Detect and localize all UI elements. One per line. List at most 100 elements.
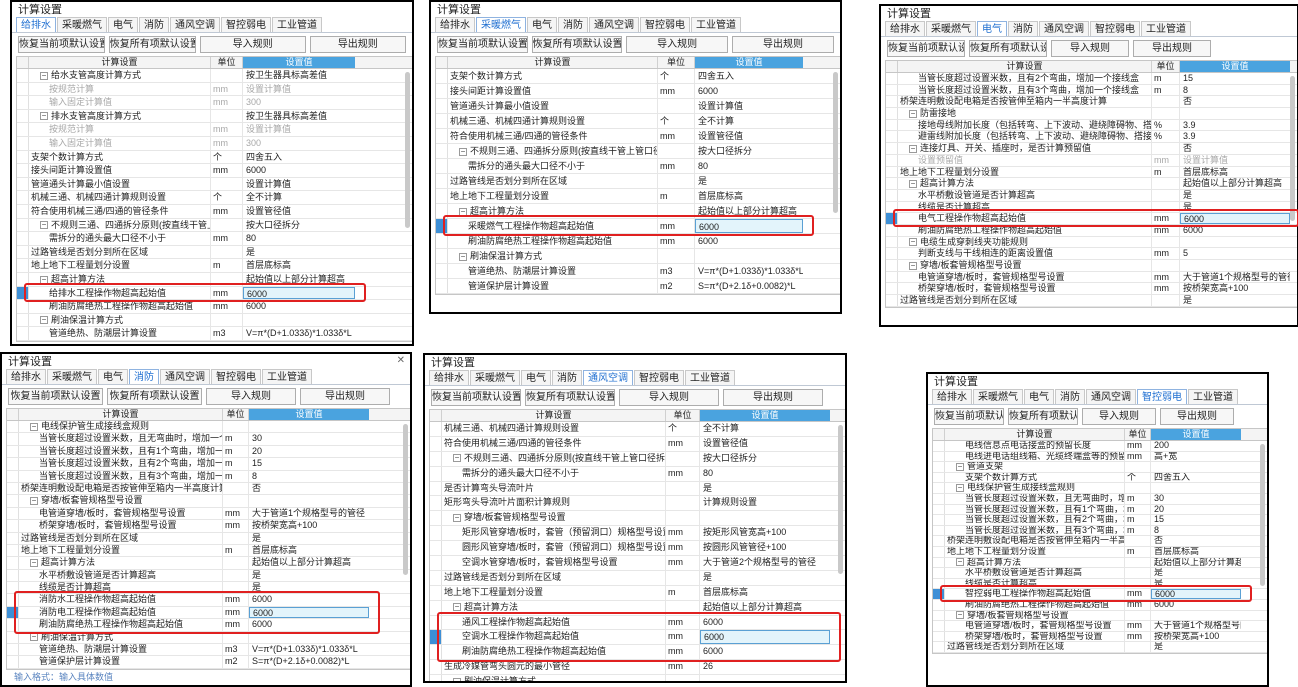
table-row[interactable]: 当管长度超过设置米数，且无弯曲时，增加一个接线盒m30 <box>933 493 1267 505</box>
row-value[interactable]: 30 <box>249 433 369 444</box>
restore-all-default-button[interactable]: 恢复所有项默认设置 <box>1008 408 1078 425</box>
row-value[interactable]: 四舍五入 <box>1151 473 1241 483</box>
tab-1[interactable]: 给排水 <box>932 389 972 404</box>
row-value[interactable]: 设置计算值 <box>695 99 803 113</box>
row-value[interactable]: 首层底标高 <box>249 545 369 556</box>
collapse-icon[interactable]: − <box>956 558 964 567</box>
row-value[interactable]: 6000 <box>249 619 369 630</box>
table-row[interactable]: 管道通头计算最小值设置 设置计算值 <box>17 177 412 192</box>
table-row[interactable]: 支架个数计算方式 个四舍五入 <box>17 150 412 165</box>
row-value[interactable]: 80 <box>243 232 355 245</box>
tab-4[interactable]: 消防 <box>1008 21 1038 36</box>
tab-7[interactable]: 工业管道 <box>272 17 322 32</box>
row-value[interactable]: 按大口径拆分 <box>243 219 355 232</box>
table-row[interactable]: 地上地下工程量划分设置 m 首层底标高 <box>430 585 845 601</box>
row-value[interactable]: 大于管道1个规格型号的管径 <box>249 508 369 519</box>
import-rules-button[interactable]: 导入规则 <box>1082 408 1156 425</box>
table-row[interactable]: 桥架连明敷设配电箱是否按管伸至箱内一半高度计算 否 <box>886 96 1297 109</box>
row-value[interactable]: 6000 <box>1151 600 1241 610</box>
table-row[interactable]: 电气工程操作物超高起始值 mm 6000 <box>886 213 1297 225</box>
tab-1[interactable]: 给排水 <box>16 17 56 32</box>
table-row[interactable]: 管道保护层计算设置 m2 S=π*(D+2.1δ+0.0082)*L <box>7 656 410 669</box>
tab-2[interactable]: 采暖燃气 <box>57 17 107 32</box>
table-row[interactable]: 线缆是否计算超高 是 <box>886 201 1297 214</box>
table-row[interactable]: 需拆分的通头最大口径不小于 mm 80 <box>17 232 412 246</box>
table-row[interactable]: 机械三通、机械四通计算规则设置 个全不计算 <box>17 191 412 205</box>
table-row[interactable]: 线缆是否计算超高 是 <box>7 582 410 595</box>
restore-current-default-button[interactable]: 恢复当前项默认设置 <box>437 36 528 53</box>
row-value[interactable]: 是 <box>249 570 369 581</box>
tab-1[interactable]: 给排水 <box>885 21 925 36</box>
row-value[interactable]: 8 <box>1180 85 1290 96</box>
table-row[interactable]: 刷油防腐绝热工程操作物超高起始值 mm 6000 <box>7 619 410 632</box>
row-value[interactable]: 30 <box>1151 494 1241 504</box>
vertical-scrollbar[interactable] <box>403 424 408 575</box>
table-row[interactable]: −不规则三通、四通拆分原则(按直线干管上管口径拆分) 按大口径拆分 <box>17 218 412 233</box>
row-value[interactable]: 高+宽 <box>1151 452 1241 462</box>
table-row[interactable]: 支架个数计算方式 个四舍五入 <box>933 472 1267 484</box>
table-row[interactable]: 支架个数计算方式 个四舍五入 <box>436 69 840 84</box>
table-row[interactable]: 电管道穿墙/板时，套管规格型号设置 mm大于管道1个规格型号的管径 <box>933 621 1267 632</box>
collapse-icon[interactable]: − <box>40 112 48 121</box>
row-value[interactable]: 6000 <box>700 645 830 659</box>
tab-2[interactable]: 采暖燃气 <box>926 21 976 36</box>
export-rules-button[interactable]: 导出规则 <box>300 388 390 405</box>
row-value[interactable]: 是 <box>1180 202 1290 213</box>
tab-4[interactable]: 消防 <box>552 370 582 385</box>
tab-3[interactable]: 电气 <box>1024 389 1054 404</box>
row-value[interactable]: 6000 <box>700 616 830 630</box>
table-row[interactable]: −超高计算方法 起始值以上部分计算超高 <box>430 600 845 616</box>
table-row[interactable]: 管道保护层计算设置 m2 S=π*(D+2.1δ+0.0082)*L <box>436 279 840 294</box>
tab-2[interactable]: 采暖燃气 <box>470 370 520 385</box>
row-value[interactable]: 起始值以上部分计算超高 <box>695 204 803 218</box>
table-row[interactable]: 当管长度超过设置米数，且有3个弯曲，增加一个接线盒m8 <box>7 470 410 483</box>
row-value[interactable]: 是 <box>249 582 369 593</box>
restore-all-default-button[interactable]: 恢复所有项默认设置 <box>969 40 1047 57</box>
table-row[interactable]: 刷油防腐绝热工程操作物超高起始值 mm 6000 <box>430 645 845 661</box>
collapse-icon[interactable]: − <box>453 513 461 522</box>
table-row[interactable]: 接头间距计算设置值 mm 6000 <box>436 84 840 99</box>
row-value[interactable]: 大于管道2个规格型号的管径 <box>700 556 830 570</box>
row-value[interactable]: 首层底标高 <box>243 259 355 272</box>
row-value[interactable]: 是 <box>695 174 803 188</box>
table-row[interactable]: 智控弱电工程操作物超高起始值 mm 6000 <box>933 589 1267 600</box>
row-value[interactable]: 26 <box>700 660 830 674</box>
tab-4[interactable]: 消防 <box>139 17 169 32</box>
vertical-scrollbar[interactable] <box>405 72 410 228</box>
restore-current-default-button[interactable]: 恢复当前项默认设置 <box>8 388 103 405</box>
table-row[interactable]: 当管长度超过设置米数，且有2个弯曲，增加一个接线盒m15 <box>886 73 1297 85</box>
table-row[interactable]: 刷油防腐绝热工程操作物超高起始值 mm 6000 <box>17 300 412 314</box>
table-row[interactable]: 当管长度超过设置米数，且有2个弯曲，增加一个接线盒m15 <box>933 515 1267 526</box>
row-value[interactable]: 是 <box>1180 190 1290 201</box>
row-value[interactable]: 3.9 <box>1180 131 1290 142</box>
tab-3[interactable]: 电气 <box>108 17 138 32</box>
tab-7[interactable]: 工业管道 <box>1141 21 1191 36</box>
row-value[interactable] <box>249 632 369 643</box>
row-value[interactable]: 起始值以上部分计算超高 <box>1151 558 1241 568</box>
row-value[interactable]: 15 <box>249 458 369 469</box>
restore-current-default-button[interactable]: 恢复当前项默认设置 <box>431 389 521 406</box>
row-value[interactable]: S=π*(D+2.1δ+0.0082)*L <box>249 656 369 667</box>
table-row[interactable]: 管道通头计算最小值设置 设置计算值 <box>436 99 840 114</box>
table-row[interactable]: 过路管线是否划分到所在区域 是 <box>436 174 840 189</box>
table-row[interactable]: 符合使用机械三通/四通的管径条件 mm 设置管径值 <box>17 204 412 219</box>
table-row[interactable]: 管道绝热、防潮层计算设置 m3 V=π*(D+1.033δ)*1.033δ*L <box>7 644 410 657</box>
table-row[interactable]: 矩形弯头导流叶片面积计算规则 计算规则设置 <box>430 496 845 512</box>
tab-1[interactable]: 给排水 <box>435 17 475 32</box>
collapse-icon[interactable]: − <box>909 238 917 247</box>
table-row[interactable]: − 连接灯具、开关、插座时，是否计算预留值 否 <box>886 143 1297 155</box>
collapse-icon[interactable]: − <box>30 558 38 567</box>
row-value[interactable]: 按桥架宽高+100 <box>1151 632 1241 642</box>
row-value[interactable]: 是 <box>1180 295 1290 306</box>
table-row[interactable]: 过路管线是否划分到所在区域 是 <box>933 642 1267 653</box>
import-rules-button[interactable]: 导入规则 <box>1051 40 1129 57</box>
table-row[interactable]: −超高计算方法 起始值以上部分计算超高 <box>7 557 410 570</box>
row-value[interactable]: S=π*(D+2.1δ+0.0082)*L <box>695 279 803 293</box>
tab-4[interactable]: 消防 <box>1055 389 1085 404</box>
table-row[interactable]: 桥架穿墙/板时，套管规格型号设置 mm 按桥架宽高+100 <box>7 520 410 533</box>
table-row[interactable]: 生成冷媒管弯头圆元的最小管径 mm 26 <box>430 660 845 676</box>
row-value[interactable]: 300 <box>243 137 355 150</box>
collapse-icon[interactable]: − <box>40 71 48 80</box>
import-rules-button[interactable]: 导入规则 <box>206 388 296 405</box>
row-value[interactable] <box>249 495 369 506</box>
